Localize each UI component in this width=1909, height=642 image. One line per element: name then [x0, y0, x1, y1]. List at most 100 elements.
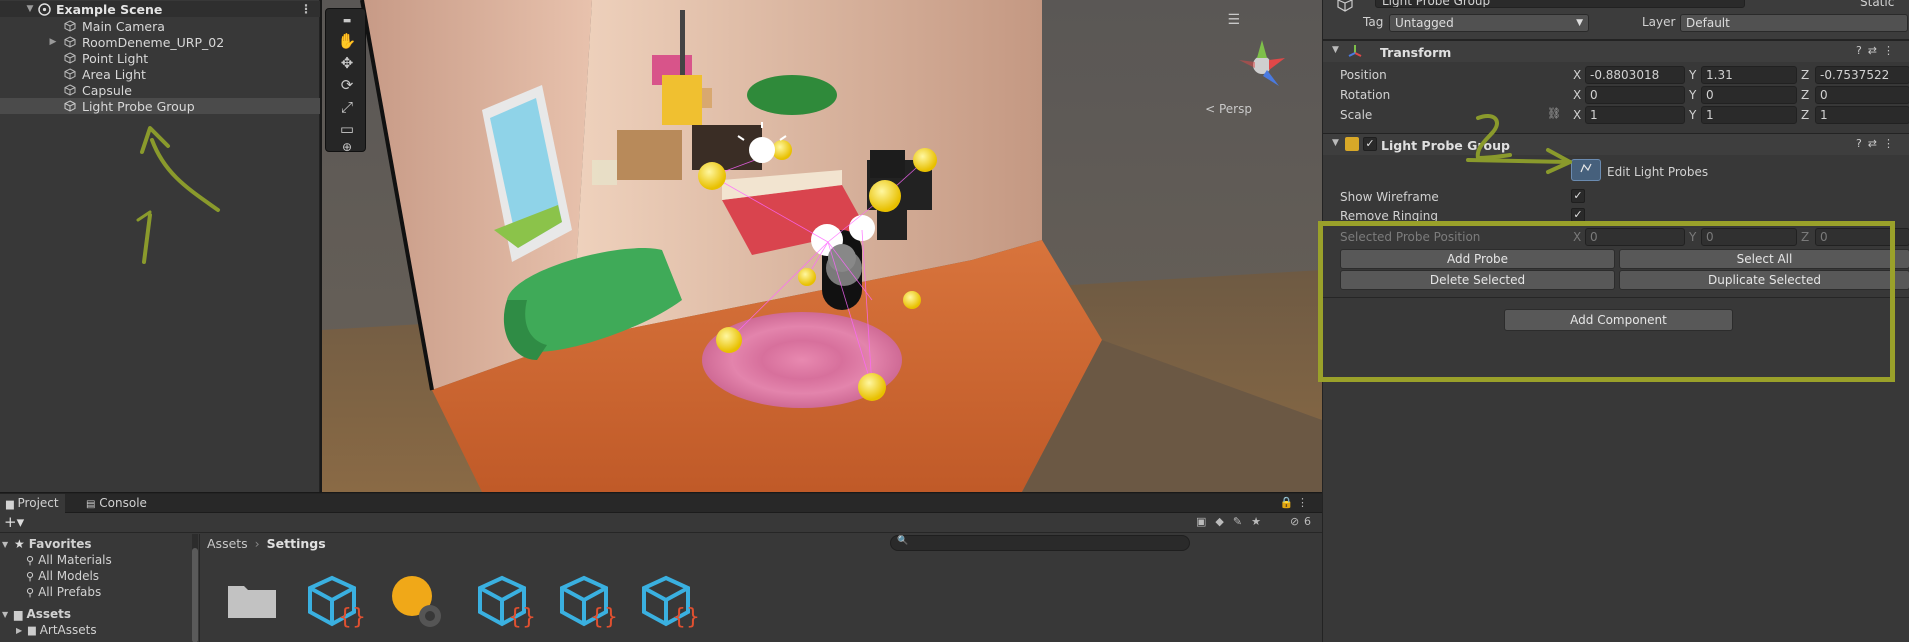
rect-tool-icon[interactable]: ▭: [335, 119, 359, 139]
assets-row[interactable]: ▼ ▆ Assets: [2, 606, 71, 622]
light-probe-group-component-header[interactable]: ▼ ✓ Light Probe Group ?⇄⋮: [1323, 133, 1909, 155]
hierarchy-item-main-camera[interactable]: Main Camera: [0, 18, 320, 34]
project-folder-tree: ▼ ★ Favorites ⚲ All Materials ⚲ All Models…: [0, 534, 200, 642]
scale-tool-icon[interactable]: ⤢: [335, 97, 359, 117]
scene-render: [322, 0, 1322, 492]
position-z-field[interactable]: -0.7537522: [1815, 66, 1909, 84]
asset-folder-thumbnail[interactable]: [224, 572, 284, 636]
hierarchy-item-point-light[interactable]: Point Light: [0, 50, 320, 66]
position-y-field[interactable]: 1.31: [1701, 66, 1797, 84]
position-y-value: 1.31: [1706, 68, 1733, 82]
project-toolbar: +▾ 🔍 ▣◆✎★ ⊘ 6: [0, 513, 1322, 551]
favorites-item-all-models[interactable]: ⚲ All Models: [26, 568, 99, 584]
remove-ringing-checkbox[interactable]: ✓: [1571, 208, 1585, 222]
light-probe-group-icon: [1345, 137, 1359, 151]
component-header-icons[interactable]: ?⇄⋮: [1856, 44, 1900, 57]
rotation-label: Rotation: [1340, 88, 1391, 102]
hierarchy-item-light-probe-group[interactable]: Light Probe Group: [0, 98, 320, 114]
scale-x-field[interactable]: 1: [1585, 106, 1685, 124]
tree-scrollbar[interactable]: [192, 534, 198, 642]
tag-dropdown[interactable]: Untagged ▼: [1389, 14, 1589, 32]
tree-scrollbar-thumb[interactable]: [192, 548, 198, 642]
console-icon: ▤: [86, 499, 96, 510]
scale-y-field[interactable]: 1: [1701, 106, 1797, 124]
scene-overlay-menu-icon[interactable]: ☰: [1227, 12, 1240, 28]
persp-label[interactable]: < Persp: [1205, 102, 1252, 116]
favorites-item-all-prefabs[interactable]: ⚲ All Prefabs: [26, 584, 101, 600]
asset-script-thumbnail[interactable]: {}: [558, 572, 618, 636]
hierarchy-item-capsule[interactable]: Capsule: [0, 82, 320, 98]
asset-script-thumbnail[interactable]: {}: [640, 572, 700, 636]
axis-y-label: Y: [1689, 68, 1697, 82]
assets-item-artassets[interactable]: ▶ ▆ ArtAssets: [16, 622, 97, 638]
hierarchy-menu-icon[interactable]: ⋮: [300, 2, 312, 16]
axis-y-label: Y: [1689, 108, 1697, 122]
rotation-y-field[interactable]: 0: [1701, 86, 1797, 104]
favorites-row[interactable]: ▼ ★ Favorites: [2, 536, 91, 552]
asset-script-thumbnail[interactable]: {}: [306, 572, 366, 636]
foldout-arrow-icon[interactable]: ▼: [1332, 45, 1339, 55]
asset-script-thumbnail[interactable]: {}: [476, 572, 536, 636]
orientation-gizmo[interactable]: [1227, 30, 1297, 100]
rotation-z-field[interactable]: 0: [1815, 86, 1909, 104]
component-header-icons[interactable]: ?⇄⋮: [1856, 137, 1900, 150]
scriptable-object-icon: {}: [478, 575, 536, 630]
collapse-arrow-icon[interactable]: ▼: [2, 540, 14, 549]
scale-label: Scale: [1340, 108, 1373, 122]
annotation-arrow-2: [1466, 113, 1572, 174]
collapse-arrow-icon[interactable]: ▼: [24, 4, 36, 14]
rotation-x-field[interactable]: 0: [1585, 86, 1685, 104]
hierarchy-item-roomdeneme[interactable]: ▶ RoomDeneme_URP_02: [0, 34, 320, 50]
tab-project[interactable]: ▆ Project: [0, 494, 65, 513]
scale-z-field[interactable]: 1: [1815, 106, 1909, 124]
transform-tool-icon[interactable]: ⊕: [335, 137, 359, 157]
project-tab-bar: ▆ Project ▤ Console 🔒 ⋮: [0, 494, 1322, 513]
svg-text:{}: {}: [338, 605, 366, 630]
move-tool-icon[interactable]: ✥: [335, 53, 359, 73]
inspector-panel: Light Probe Group Static Tag Untagged ▼ L…: [1318, 0, 1909, 642]
object-name-field[interactable]: Light Probe Group: [1375, 0, 1745, 8]
search-filter-icons[interactable]: ▣◆✎★: [1196, 515, 1270, 528]
inspector-object-header: Light Probe Group Static Tag Untagged ▼ L…: [1323, 0, 1909, 40]
scene-root-row[interactable]: ▼ Example Scene ⋮: [0, 1, 320, 17]
component-enabled-checkbox[interactable]: ✓: [1363, 137, 1377, 151]
breadcrumb-root[interactable]: Assets: [207, 536, 248, 551]
search-icon: ⚲: [26, 569, 35, 583]
layer-dropdown[interactable]: Default: [1680, 14, 1908, 32]
project-search-input[interactable]: 🔍: [890, 535, 1190, 551]
hand-tool-icon[interactable]: ✋: [335, 31, 359, 51]
hierarchy-item-label: Point Light: [82, 50, 149, 66]
scale-z-value: 1: [1820, 108, 1828, 122]
asset-lighting-settings-thumbnail[interactable]: [388, 572, 448, 636]
tab-console[interactable]: ▤ Console: [80, 494, 153, 513]
hierarchy-item-label: Area Light: [82, 66, 146, 82]
static-label: Static: [1860, 0, 1895, 9]
prefab-cube-icon: [62, 35, 78, 49]
breadcrumb-current[interactable]: Settings: [267, 536, 326, 551]
hidden-packages-icon[interactable]: ⊘: [1290, 515, 1299, 528]
folder-icon: [228, 586, 276, 618]
transform-component-header[interactable]: ▼ Transform ?⇄⋮: [1323, 40, 1909, 62]
create-plus-icon[interactable]: +▾: [4, 513, 24, 531]
panel-lock-menu-icons[interactable]: 🔒 ⋮: [1280, 496, 1308, 509]
collapse-arrow-icon[interactable]: ▼: [2, 610, 14, 619]
scriptable-object-icon: {}: [642, 575, 700, 630]
rotate-tool-icon[interactable]: ⟳: [335, 75, 359, 95]
position-x-field[interactable]: -0.8803018: [1585, 66, 1685, 84]
annotation-arrow-1: [136, 126, 220, 264]
hierarchy-item-area-light[interactable]: Area Light: [0, 66, 320, 82]
hidden-packages-count: 6: [1304, 515, 1311, 528]
scriptable-object-icon: {}: [560, 575, 618, 630]
lighting-settings-icon: [392, 576, 441, 627]
scene-view[interactable]: ▬ ✋ ✥ ⟳ ⤢ ▭ ⊕ ☰ < Persp: [322, 0, 1322, 492]
expand-arrow-icon[interactable]: ▶: [44, 37, 62, 47]
foldout-arrow-icon[interactable]: ▼: [1332, 138, 1339, 148]
axis-z-label: Z: [1801, 108, 1810, 122]
scale-y-value: 1: [1706, 108, 1714, 122]
folder-icon: ▆: [28, 624, 36, 636]
search-icon: 🔍: [897, 536, 909, 546]
favorites-item-all-materials[interactable]: ⚲ All Materials: [26, 552, 112, 568]
drag-handle-icon[interactable]: ▬: [335, 11, 359, 31]
expand-arrow-icon[interactable]: ▶: [16, 626, 28, 635]
show-wireframe-checkbox[interactable]: ✓: [1571, 189, 1585, 203]
